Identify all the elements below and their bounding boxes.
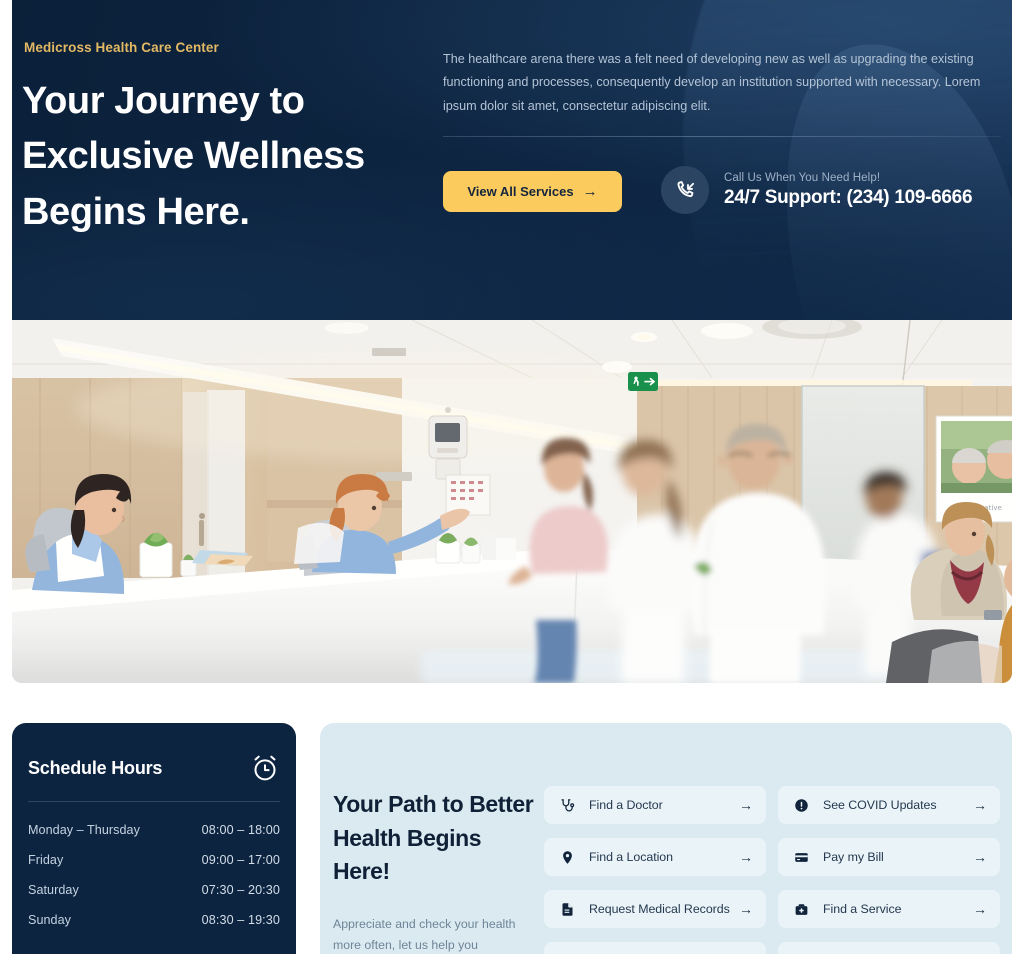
- arrow-right-icon: →: [973, 849, 987, 865]
- call-label: Call Us When You Need Help!: [724, 171, 881, 184]
- medical-bag-icon: [793, 902, 810, 917]
- schedule-title: Schedule Hours: [28, 757, 163, 778]
- hero-eyebrow: Medicross Health Care Center: [24, 40, 219, 55]
- schedule-row: Saturday 07:30 – 20:30: [28, 883, 280, 913]
- map-pin-icon: [559, 850, 576, 865]
- quick-link-pay-my-bill[interactable]: Pay my Bill →: [778, 838, 1000, 876]
- hero-divider: [443, 136, 1001, 137]
- panel-subtitle: Appreciate and check your health more of…: [333, 917, 516, 953]
- hero-paragraph: The healthcare arena there was a felt ne…: [443, 52, 981, 113]
- quick-link-label: Request Medical Records: [589, 902, 730, 916]
- quick-link-label: Find a Doctor: [589, 798, 663, 812]
- panel-heading-group: Your Path to Better Health Begins Here!: [333, 788, 538, 889]
- arrow-right-icon: →: [582, 182, 598, 200]
- page-root: Medicross Health Care Center Your Journe…: [0, 0, 1024, 954]
- document-icon: [559, 902, 576, 917]
- schedule-row: Sunday 08:30 – 19:30: [28, 913, 280, 943]
- hero-section: Medicross Health Care Center Your Journe…: [12, 0, 1012, 320]
- schedule-row: Friday 09:00 – 17:00: [28, 853, 280, 883]
- panel-title: Your Path to Better Health Begins Here!: [333, 791, 534, 885]
- exclamation-circle-icon: [793, 798, 810, 813]
- quick-link-label: Pay my Bill: [823, 850, 884, 864]
- schedule-time: 08:00 – 18:00: [201, 823, 280, 837]
- call-number: 24/7 Support: (234) 109-6666: [724, 186, 973, 208]
- arrow-right-icon: →: [973, 901, 987, 917]
- credit-card-icon: [793, 850, 810, 865]
- quick-link-row4-right[interactable]: [778, 942, 1000, 954]
- quick-link-see-covid-updates[interactable]: See COVID Updates →: [778, 786, 1000, 824]
- hospital-lobby-photo: Be creative: [12, 320, 1012, 683]
- quick-link-find-a-doctor[interactable]: Find a Doctor →: [544, 786, 766, 824]
- view-all-services-button[interactable]: View All Services →: [443, 171, 622, 212]
- quick-link-label: See COVID Updates: [823, 798, 937, 812]
- stethoscope-icon: [559, 798, 576, 813]
- schedule-day: Sunday: [28, 913, 72, 927]
- quick-link-label: Find a Location: [589, 850, 673, 864]
- call-text-group: Call Us When You Need Help! 24/7 Support…: [724, 171, 973, 209]
- view-all-services-label: View All Services: [467, 184, 574, 199]
- schedule-day: Friday: [28, 853, 64, 867]
- schedule-hours-card: Schedule Hours Monday – Thursday 08:00 –…: [12, 723, 296, 954]
- quick-link-row4-left[interactable]: [544, 942, 766, 954]
- arrow-right-icon: →: [973, 797, 987, 813]
- schedule-time: 08:30 – 19:30: [201, 913, 280, 927]
- arrow-right-icon: →: [739, 849, 753, 865]
- schedule-time: 07:30 – 20:30: [201, 883, 280, 897]
- schedule-time: 09:00 – 17:00: [201, 853, 280, 867]
- quick-link-label: Find a Service: [823, 902, 902, 916]
- schedule-divider: [28, 801, 280, 802]
- arrow-right-icon: →: [739, 797, 753, 813]
- quick-links-grid: Find a Doctor → See COVID Updates → Find…: [544, 786, 1000, 954]
- schedule-list: Monday – Thursday 08:00 – 18:00 Friday 0…: [28, 823, 280, 943]
- schedule-day: Saturday: [28, 883, 79, 897]
- schedule-header: Schedule Hours: [28, 753, 280, 783]
- hero-title: Your Journey to Exclusive Wellness Begin…: [22, 80, 365, 233]
- quick-link-find-a-service[interactable]: Find a Service →: [778, 890, 1000, 928]
- schedule-day: Monday – Thursday: [28, 823, 140, 837]
- quick-link-request-medical-records[interactable]: Request Medical Records →: [544, 890, 766, 928]
- path-to-health-panel: Your Path to Better Health Begins Here! …: [320, 723, 1012, 954]
- arrow-right-icon: →: [739, 901, 753, 917]
- call-support-block[interactable]: Call Us When You Need Help! 24/7 Support…: [661, 166, 973, 214]
- quick-link-find-a-location[interactable]: Find a Location →: [544, 838, 766, 876]
- phone-incoming-icon: [661, 166, 709, 214]
- schedule-row: Monday – Thursday 08:00 – 18:00: [28, 823, 280, 853]
- alarm-clock-icon: [250, 753, 280, 783]
